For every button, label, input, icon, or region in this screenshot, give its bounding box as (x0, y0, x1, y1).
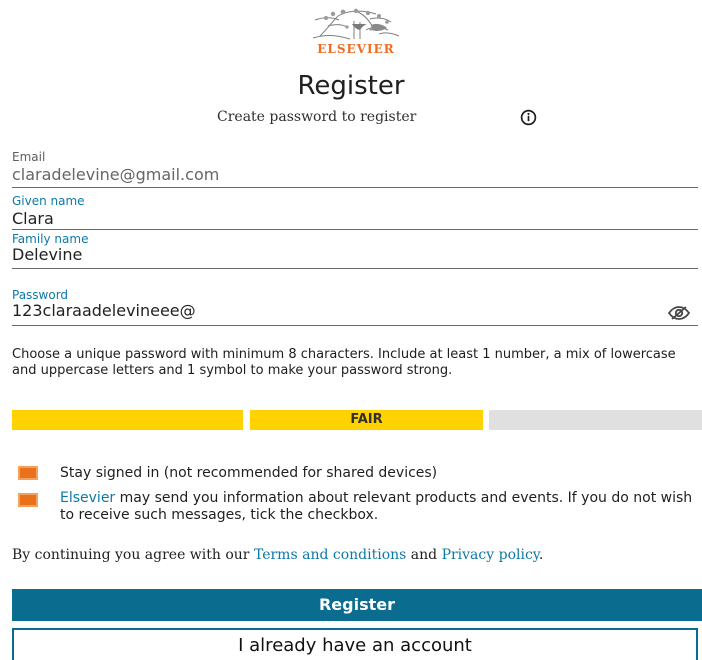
agreement-text: By continuing you agree with our Terms a… (12, 546, 694, 564)
email-label: Email (12, 150, 46, 164)
agreement-middle: and (406, 547, 442, 563)
marketing-opt-out-label: Elsevier may send you information about … (60, 490, 700, 524)
page-title: Register (297, 71, 405, 101)
family-name-label: Family name (12, 232, 89, 246)
tree-icon (308, 6, 404, 42)
password-underline (12, 325, 698, 326)
given-name-label: Given name (12, 194, 85, 208)
password-strength-segment-3 (489, 410, 702, 430)
marketing-text: may send you information about relevant … (60, 490, 693, 523)
password-field[interactable]: 123claraadelevineee@ (12, 301, 196, 321)
given-name-underline (12, 229, 698, 230)
stay-signed-in-label: Stay signed in (not recommended for shar… (60, 465, 438, 481)
brand-name: ELSEVIER (317, 42, 395, 56)
elsevier-link[interactable]: Elsevier (60, 490, 115, 506)
password-strength-label: FAIR (350, 412, 383, 427)
page-subtitle: Create password to register (217, 109, 417, 125)
password-label: Password (12, 288, 69, 302)
email-field[interactable]: claradelevine@gmail.com (12, 165, 219, 185)
agreement-prefix: By continuing you agree with our (12, 547, 254, 563)
email-underline (12, 187, 698, 188)
eye-hidden-icon[interactable] (667, 304, 691, 322)
privacy-link[interactable]: Privacy policy (442, 547, 539, 563)
marketing-opt-out-checkbox[interactable] (18, 493, 38, 507)
given-name-field[interactable]: Clara (12, 209, 54, 229)
elsevier-logo: ELSEVIER (300, 6, 412, 56)
family-name-underline (12, 268, 698, 269)
info-icon[interactable] (520, 109, 537, 126)
stay-signed-in-checkbox[interactable] (18, 466, 38, 480)
password-strength-segment-1 (12, 410, 243, 430)
family-name-field[interactable]: Delevine (12, 245, 82, 265)
agreement-suffix: . (538, 547, 544, 563)
password-hint: Choose a unique password with minimum 8 … (12, 347, 676, 378)
register-button[interactable]: Register (12, 589, 702, 621)
terms-link[interactable]: Terms and conditions (254, 547, 406, 563)
already-have-account-button[interactable]: I already have an account (12, 628, 698, 660)
